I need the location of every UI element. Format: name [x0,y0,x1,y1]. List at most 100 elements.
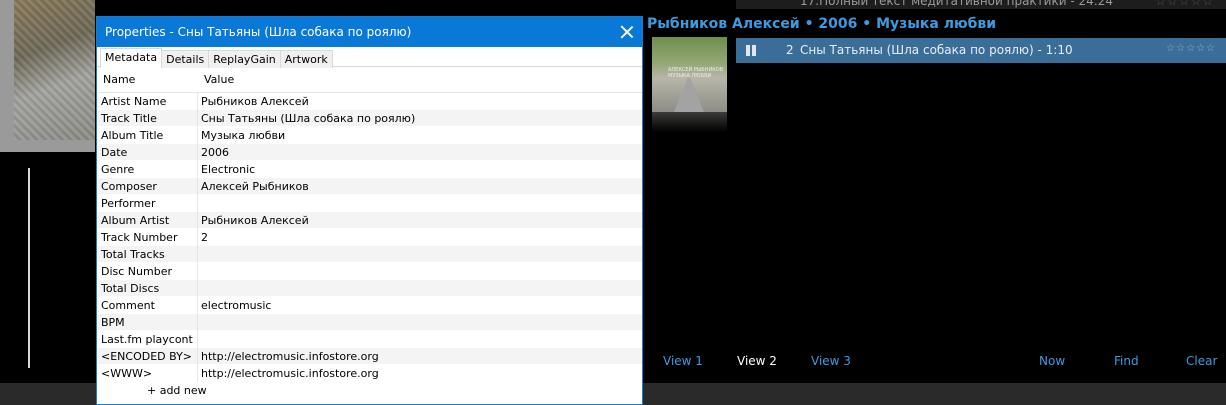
column-divider [197,212,198,229]
table-row[interactable]: Last.fm playcont [98,331,642,348]
table-row[interactable]: Artist Name Рыбников Алексей [98,93,642,110]
field-name: <WWW> [101,367,153,380]
tab-replaygain[interactable]: ReplayGain [208,50,281,68]
field-name: Composer [101,180,157,193]
field-name: Disc Number [101,265,172,278]
album-group-header: Рыбников Алексей • 2006 • Музыка любви [647,16,997,32]
add-new-row[interactable]: + add new [98,382,642,399]
now-playing-row[interactable]: 2 Сны Татьяны (Шла собака по роялю) - 1:… [736,38,1226,63]
column-divider [197,280,198,297]
column-divider [197,93,198,110]
column-divider [197,263,198,280]
column-divider [197,127,198,144]
volume-slider[interactable] [28,168,30,368]
add-new-button[interactable]: + add new [147,384,207,397]
album-cover: АЛЕКСЕЙ РЫБНИКОВ МУЗЫКА ЛЮБВИ [652,37,727,132]
table-row[interactable]: Album Artist Рыбников Алексей [98,212,642,229]
column-divider [197,331,198,348]
column-divider [197,365,198,382]
field-name: Album Artist [101,214,170,227]
view2-button[interactable]: View 2 [737,354,777,368]
music-player-window: 17.Полный текст медитативной практики - … [0,0,1226,405]
artwork-image [14,0,95,140]
field-name: Track Number [101,231,178,244]
pause-icon[interactable] [745,45,757,56]
field-name: Album Title [101,129,164,142]
dialog-title: Properties - Сны Татьяны (Шла собака по … [105,25,412,39]
table-body: Artist Name Рыбников Алексей Track Title Сн… [98,93,642,382]
field-value[interactable]: 2 [201,231,208,244]
find-button[interactable]: Find [1114,354,1139,368]
album-cover-reflection [652,112,727,132]
previous-track-title: 17.Полный текст медитативной практики - … [800,0,1114,8]
field-name: Last.fm playcont [101,333,193,346]
column-divider [197,229,198,246]
field-name: Total Tracks [101,248,165,261]
field-value[interactable]: Сны Татьяны (Шла собака по роялю) [201,112,415,125]
field-name: Date [101,146,128,159]
column-divider [197,161,198,178]
view3-button[interactable]: View 3 [811,354,851,368]
table-row[interactable]: Disc Number [98,263,642,280]
album-cover-road [674,78,704,112]
field-value[interactable]: Electronic [201,163,255,176]
now-button[interactable]: Now [1039,354,1065,368]
tab-metadata[interactable]: Metadata [100,48,163,68]
dialog-tabs: Metadata Details ReplayGain Artwork [97,47,642,68]
table-row[interactable]: Comment electromusic [98,297,642,314]
close-icon[interactable] [618,23,636,41]
table-row[interactable]: Date 2006 [98,144,642,161]
table-row[interactable]: Track Title Сны Татьяны (Шла собака по ро… [98,110,642,127]
column-divider [197,314,198,331]
table-header: Name Value [98,68,642,93]
field-value[interactable]: Рыбников Алексей [201,95,309,108]
field-value[interactable]: Рыбников Алексей [201,214,309,227]
field-name: Artist Name [101,95,167,108]
table-row[interactable]: <WWW> http://electromusic.infostore.org [98,365,642,382]
view1-button[interactable]: View 1 [663,354,703,368]
field-name: Genre [101,163,135,176]
album-cover-image: АЛЕКСЕЙ РЫБНИКОВ МУЗЫКА ЛЮБВИ [652,37,727,112]
table-row[interactable]: Track Number 2 [98,229,642,246]
table-row[interactable]: <ENCODED BY> http://electromusic.infostor… [98,348,642,365]
table-row[interactable]: BPM [98,314,642,331]
table-row[interactable]: Genre Electronic [98,161,642,178]
track-title: Сны Татьяны (Шла собака по роялю) - 1:10 [800,43,1073,57]
name-column-header[interactable]: Name [103,73,135,86]
column-divider [197,297,198,314]
field-value[interactable]: 2006 [201,146,229,159]
tab-details[interactable]: Details [161,50,210,68]
field-name: Track Title [101,112,157,125]
field-value[interactable]: electromusic [201,299,272,312]
field-name: Total Discs [101,282,160,295]
field-name: <ENCODED BY> [101,350,193,363]
dialog-title-bar[interactable]: Properties - Сны Татьяны (Шла собака по … [97,17,642,47]
column-divider [197,246,198,263]
track-rating[interactable]: ☆☆☆☆☆ [1166,43,1216,54]
field-name: Performer [101,197,156,210]
column-divider [197,178,198,195]
table-row[interactable]: Composer Алексей Рыбников [98,178,642,195]
field-value[interactable]: Алексей Рыбников [201,180,309,193]
clear-button[interactable]: Clear [1186,354,1217,368]
table-row[interactable]: Total Tracks [98,246,642,263]
previous-track-rating[interactable]: ☆☆☆☆☆ [1155,0,1214,8]
column-divider [197,144,198,161]
album-cover-text: АЛЕКСЕЙ РЫБНИКОВ МУЗЫКА ЛЮБВИ [668,67,724,79]
column-divider [197,110,198,127]
tab-artwork[interactable]: Artwork [279,50,333,68]
previous-track-row[interactable]: 17.Полный текст медитативной практики - … [736,0,1226,9]
table-row[interactable]: Performer [98,195,642,212]
track-number: 2 [786,43,794,57]
artwork-panel [0,0,95,152]
field-name: BPM [101,316,125,329]
field-value[interactable]: Музыка любви [201,129,285,142]
table-row[interactable]: Album Title Музыка любви [98,127,642,144]
field-value[interactable]: http://electromusic.infostore.org [201,350,379,363]
column-divider [197,195,198,212]
metadata-table: Name Value Artist Name Рыбников Алексей Tr… [98,68,642,399]
column-divider [197,348,198,365]
table-row[interactable]: Total Discs [98,280,642,297]
value-column-header[interactable]: Value [204,73,234,86]
field-value[interactable]: http://electromusic.infostore.org [201,367,379,380]
